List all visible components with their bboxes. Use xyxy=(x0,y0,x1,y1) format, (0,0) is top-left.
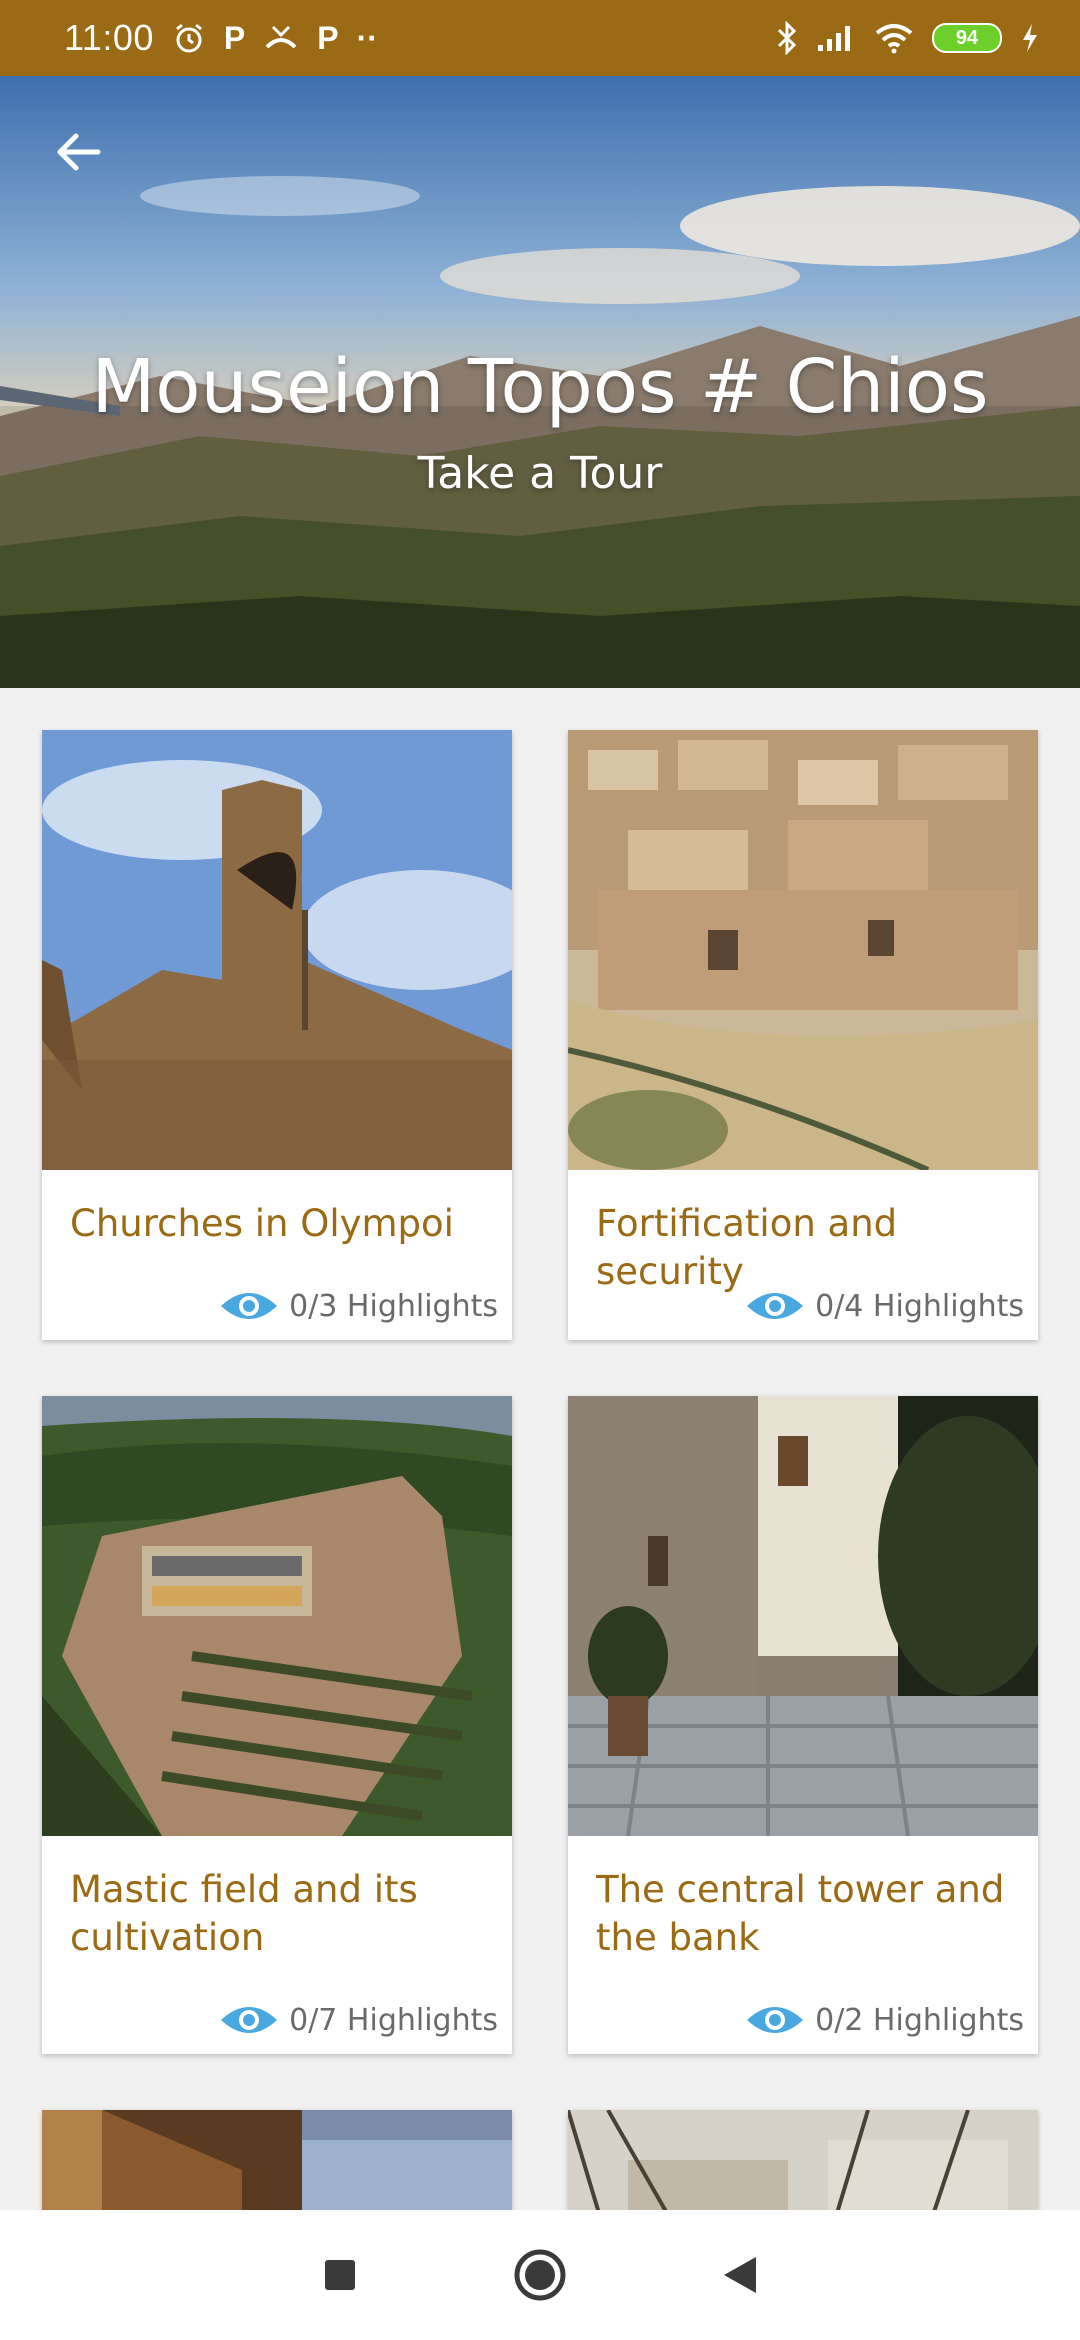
back-nav-button[interactable] xyxy=(705,2240,775,2310)
back-triangle-icon xyxy=(724,2257,756,2293)
highlights-count: 0/4 Highlights xyxy=(745,1286,1024,1326)
parking-icon: P xyxy=(223,19,246,56)
tour-card-central-tower[interactable]: The central tower and the bank 0/2 Highl… xyxy=(568,1396,1038,2054)
card-title: Mastic field and its cultivation xyxy=(70,1868,418,1959)
church-photo xyxy=(42,730,512,1170)
missed-call-icon xyxy=(265,25,297,49)
system-nav-bar xyxy=(0,2210,1080,2340)
parking-icon: P xyxy=(317,19,339,56)
eye-icon xyxy=(221,2007,278,2033)
card-title: Churches in Olympoi xyxy=(70,1202,454,1245)
tour-card-fortification[interactable]: Fortification and security 0/4 Highlight… xyxy=(568,730,1038,1340)
home-button[interactable] xyxy=(505,2240,575,2310)
card-title: The central tower and the bank xyxy=(596,1868,1005,1959)
highlights-count: 0/2 Highlights xyxy=(745,2000,1024,2040)
charging-icon xyxy=(1023,24,1037,52)
page-subtitle: Take a Tour xyxy=(417,448,663,499)
card-title: Fortification and security xyxy=(596,1202,898,1293)
highlights-text: 0/4 Highlights xyxy=(815,1288,1024,1324)
highlights-text: 0/7 Highlights xyxy=(289,2002,498,2038)
recents-square-icon xyxy=(325,2260,355,2290)
more-dots-icon: ·· xyxy=(356,19,378,56)
highlights-count: 0/3 Highlights xyxy=(219,1286,498,1326)
status-right: 94 xyxy=(776,21,1040,55)
central-tower-photo xyxy=(568,1396,1038,1836)
status-left: 11:00 P P ·· xyxy=(64,17,378,59)
tour-card-mastic[interactable]: Mastic field and its cultivation 0/7 Hig… xyxy=(42,1396,512,2054)
back-button[interactable] xyxy=(44,118,112,186)
home-circle-icon xyxy=(514,2249,566,2301)
battery-icon: 94 xyxy=(932,23,1002,53)
eye-icon xyxy=(747,1293,804,1319)
highlights-text: 0/2 Highlights xyxy=(815,2002,1024,2038)
recents-button[interactable] xyxy=(305,2240,375,2310)
status-time: 11:00 xyxy=(64,17,154,58)
arrow-left-icon xyxy=(57,133,101,171)
page-title: Mouseion Topos # Chios xyxy=(91,344,989,430)
eye-icon xyxy=(747,2007,804,2033)
status-bar: 11:00 P P ·· 94 xyxy=(0,0,1080,76)
tour-card-churches[interactable]: Churches in Olympoi 0/3 Highlights xyxy=(42,730,512,1340)
alarm-icon xyxy=(175,23,202,53)
fortification-model-photo xyxy=(568,730,1038,1170)
highlights-text: 0/3 Highlights xyxy=(289,1288,498,1324)
highlights-count: 0/7 Highlights xyxy=(219,2000,498,2040)
eye-icon xyxy=(221,1293,278,1319)
hero-banner: Mouseion Topos # Chios Take a Tour xyxy=(0,76,1080,688)
wifi-icon xyxy=(875,24,913,54)
signal-icon xyxy=(818,26,850,51)
mastic-field-photo xyxy=(42,1396,512,1836)
bluetooth-icon xyxy=(777,21,797,55)
